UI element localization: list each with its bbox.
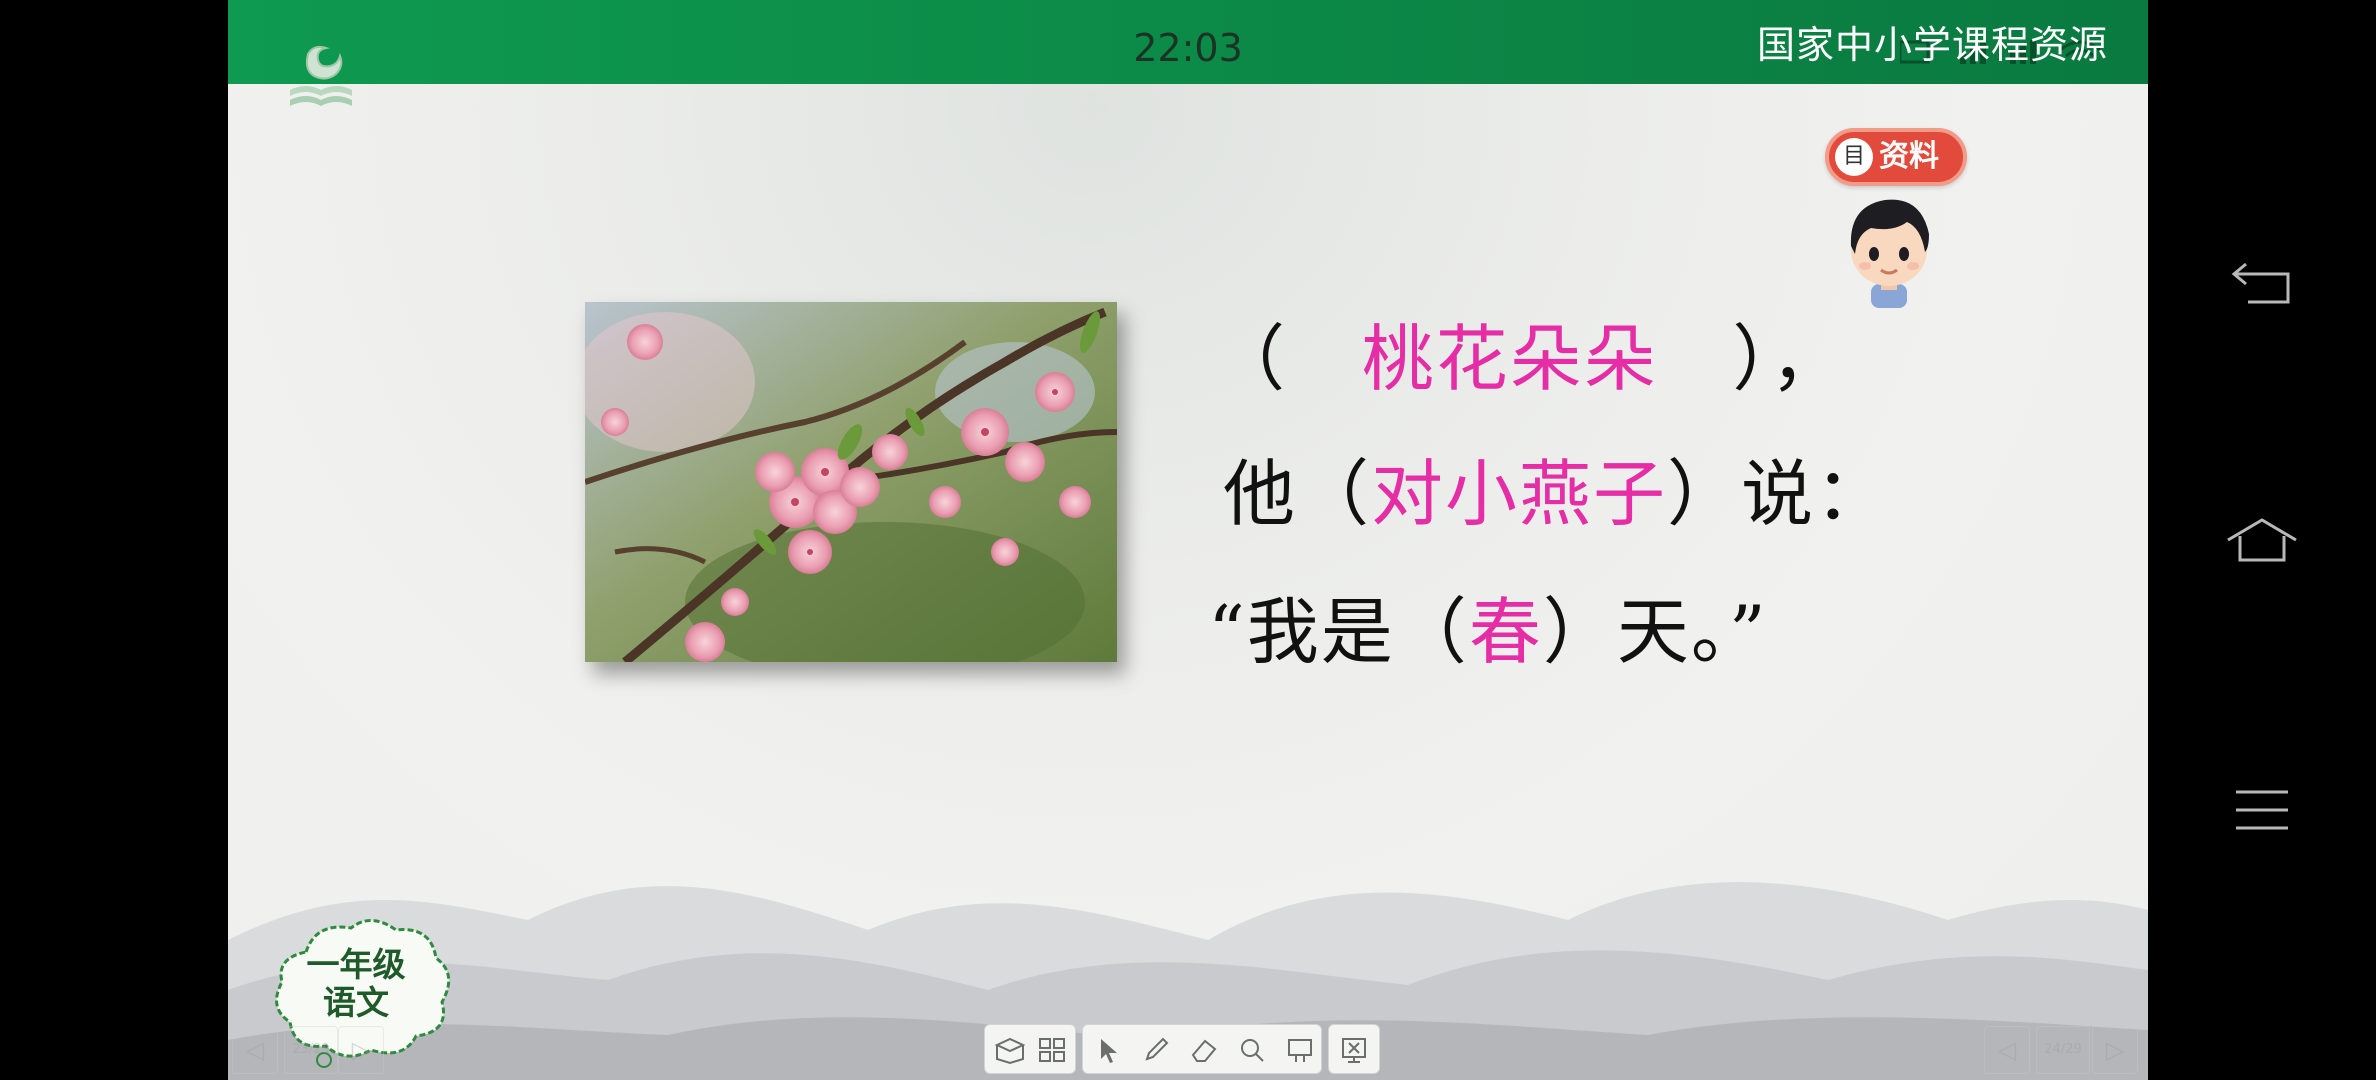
home-button[interactable] bbox=[2148, 480, 2376, 600]
brand-title: 国家中小学课程资源 bbox=[1756, 23, 2108, 67]
pointer-icon[interactable] bbox=[1089, 1031, 1127, 1069]
grade-line-1: 一年级 bbox=[306, 945, 406, 984]
toolbar-group-1 bbox=[984, 1024, 1076, 1074]
paren-close: ）， bbox=[1732, 317, 1845, 401]
sentence-line-1: （ 桃花朵朵 ）， bbox=[1213, 300, 1844, 405]
page-nav-left: ◁ 23/29 ▷ bbox=[228, 1026, 388, 1074]
sentence-line-2: 他（对小燕子）说： bbox=[1223, 435, 1889, 540]
next-page-button[interactable]: ▷ bbox=[2092, 1026, 2138, 1074]
grid-icon[interactable] bbox=[1033, 1031, 1071, 1069]
back-button[interactable] bbox=[2148, 224, 2376, 344]
status-bar: 22:03 国家中小学课程资源 bbox=[228, 0, 2148, 84]
answer-spring: 春 bbox=[1468, 590, 1543, 674]
paren-open: （ bbox=[1213, 317, 1288, 401]
next-page-button-left[interactable]: ▷ bbox=[338, 1026, 384, 1074]
system-navigation-bar bbox=[2148, 0, 2376, 1080]
exit-presentation-icon[interactable] bbox=[1335, 1031, 1373, 1069]
menu-button[interactable] bbox=[2148, 750, 2376, 870]
answer-to-swallow: 对小燕子 bbox=[1371, 452, 1668, 536]
peach-blossom-photo bbox=[585, 302, 1117, 662]
prev-page-button[interactable]: ◁ bbox=[232, 1026, 278, 1074]
page-indicator-right: 24/29 bbox=[2036, 1026, 2090, 1074]
menu-icon bbox=[2236, 790, 2288, 830]
line3-suffix: ）天。” bbox=[1542, 590, 1768, 674]
page-nav-right: ◁ 24/29 ▷ bbox=[1984, 1026, 2148, 1074]
search-icon[interactable] bbox=[1233, 1031, 1271, 1069]
toolbar-group-3 bbox=[1328, 1024, 1380, 1074]
answer-peach-blossoms: 桃花朵朵 bbox=[1361, 317, 1658, 401]
back-icon bbox=[2231, 262, 2290, 304]
document-icon: 目 bbox=[1835, 138, 1873, 176]
page-indicator-left: 23/29 bbox=[284, 1026, 338, 1074]
textbook-logo-icon bbox=[290, 45, 352, 106]
grade-line-2: 语文 bbox=[323, 983, 389, 1022]
slide-area[interactable]: 22:03 国家中小学课程资源 目 资料 （ 桃花朵朵 ）， 他（对小燕子）说：… bbox=[228, 0, 2148, 1080]
grade-label: 一年级 语文 bbox=[286, 946, 426, 1022]
presentation-toolbar bbox=[984, 1024, 1418, 1074]
boy-avatar-icon bbox=[1850, 199, 1929, 308]
prev-page-button-right[interactable]: ◁ bbox=[1984, 1026, 2030, 1074]
book-icon[interactable] bbox=[991, 1031, 1029, 1069]
line2-prefix: 他（ bbox=[1223, 452, 1372, 536]
home-icon bbox=[2227, 518, 2297, 562]
eraser-icon[interactable] bbox=[1185, 1031, 1223, 1069]
sentence-line-3: “我是（春）天。” bbox=[1208, 573, 1768, 678]
screen-icon[interactable] bbox=[1281, 1031, 1319, 1069]
toolbar-group-2 bbox=[1082, 1024, 1322, 1074]
resources-button[interactable]: 目 资料 bbox=[1825, 128, 1967, 186]
resources-label: 资料 bbox=[1879, 139, 1939, 174]
line3-prefix: “我是（ bbox=[1208, 590, 1469, 674]
line2-suffix: ）说： bbox=[1667, 452, 1890, 536]
pen-icon[interactable] bbox=[1137, 1031, 1175, 1069]
